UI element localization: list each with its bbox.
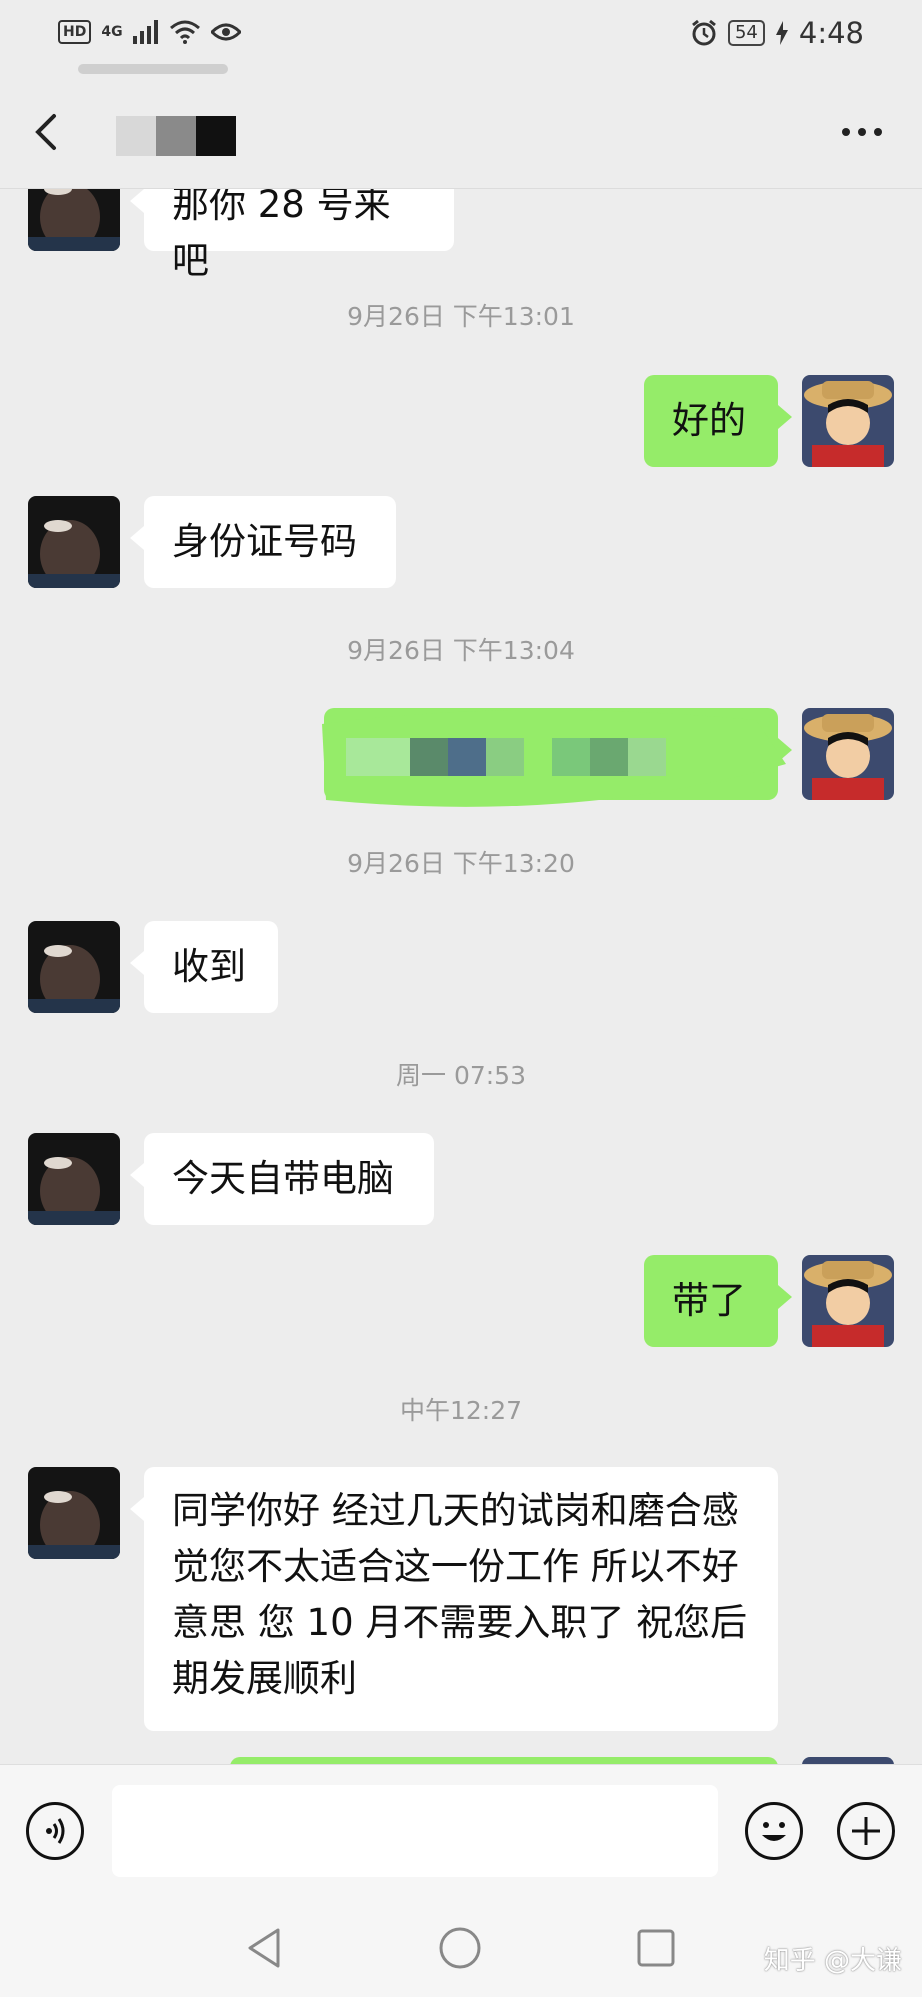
incoming-bubble[interactable]: 那你 28 号来吧	[130, 189, 454, 282]
message-row: 身份证号码	[0, 496, 922, 588]
clock: 4:48	[798, 16, 864, 50]
incoming-bubble[interactable]: 收到	[130, 921, 278, 1013]
message-row: 好的	[0, 375, 922, 467]
charging-icon	[775, 21, 788, 45]
incoming-bubble[interactable]: 身份证号码	[130, 496, 396, 588]
signal-icon	[132, 20, 158, 44]
user-avatar[interactable]	[802, 375, 894, 467]
message-row: 今天自带电脑	[0, 1133, 922, 1225]
incoming-bubble[interactable]: 今天自带电脑	[130, 1133, 434, 1225]
outgoing-bubble[interactable]: 好的	[644, 375, 792, 467]
voice-icon[interactable]	[26, 1802, 84, 1860]
status-left: HD 4G	[58, 20, 241, 44]
back-arrow-icon[interactable]	[28, 112, 68, 152]
message-row: 那你 28 号来吧	[0, 189, 922, 282]
timestamp: 中午12:27	[399, 1396, 523, 1425]
status-bar: HD 4G 54 4:48	[0, 0, 922, 78]
message-row	[0, 1757, 922, 1764]
outgoing-bubble-partial[interactable]	[230, 1757, 778, 1764]
redacted-outgoing-bubble[interactable]	[322, 708, 792, 807]
user-avatar[interactable]	[802, 1757, 894, 1764]
user-avatar[interactable]	[802, 708, 894, 800]
timestamp: 周一 07:53	[396, 1061, 526, 1090]
status-right: 54 4:48	[690, 16, 864, 50]
nav-back-icon[interactable]	[244, 1926, 284, 1970]
battery-indicator: 54	[727, 20, 765, 46]
redaction-mark	[322, 709, 786, 807]
contact-avatar[interactable]	[28, 1467, 120, 1559]
hd-badge: HD	[58, 20, 92, 44]
nav-recent-icon[interactable]	[636, 1928, 676, 1968]
system-nav-bar: 知乎 @大谦	[0, 1894, 922, 1997]
incoming-bubble[interactable]: 同学你好 经过几天的试岗和磨合感觉您不太适合这一份工作 所以不好意思 您 10 …	[130, 1467, 778, 1731]
more-icon[interactable]	[842, 128, 882, 136]
contact-avatar[interactable]	[28, 189, 120, 251]
message-list[interactable]: 那你 28 号来吧 9月26日 下午13:01 好的 身份证号码 9月26日 下…	[0, 189, 922, 1764]
message-row: 收到	[0, 921, 922, 1013]
emoji-icon[interactable]	[745, 1802, 803, 1860]
timestamp: 9月26日 下午13:20	[347, 849, 575, 878]
eye-icon	[210, 23, 241, 41]
message-row: 带了	[0, 1255, 922, 1347]
timestamp: 9月26日 下午13:04	[347, 636, 575, 665]
user-avatar[interactable]	[802, 1255, 894, 1347]
zhihu-watermark: 知乎 @大谦	[763, 1946, 902, 1976]
message-row	[0, 708, 922, 818]
contact-name-redacted	[116, 116, 236, 156]
input-bar	[0, 1764, 922, 1895]
chat-header	[0, 78, 922, 189]
network-label: 4G	[101, 24, 123, 40]
wifi-icon	[169, 20, 200, 44]
contact-avatar[interactable]	[28, 921, 120, 1013]
plus-icon[interactable]	[837, 1802, 895, 1860]
timestamp: 9月26日 下午13:01	[347, 302, 575, 331]
message-row: 同学你好 经过几天的试岗和磨合感觉您不太适合这一份工作 所以不好意思 您 10 …	[0, 1467, 922, 1731]
battery-level: 54	[734, 22, 758, 43]
alarm-icon	[692, 19, 716, 46]
contact-avatar[interactable]	[28, 496, 120, 588]
message-input[interactable]	[112, 1785, 718, 1877]
outgoing-bubble[interactable]: 带了	[644, 1255, 792, 1347]
nav-home-icon[interactable]	[438, 1926, 482, 1970]
redaction-mark	[78, 64, 228, 74]
contact-avatar[interactable]	[28, 1133, 120, 1225]
